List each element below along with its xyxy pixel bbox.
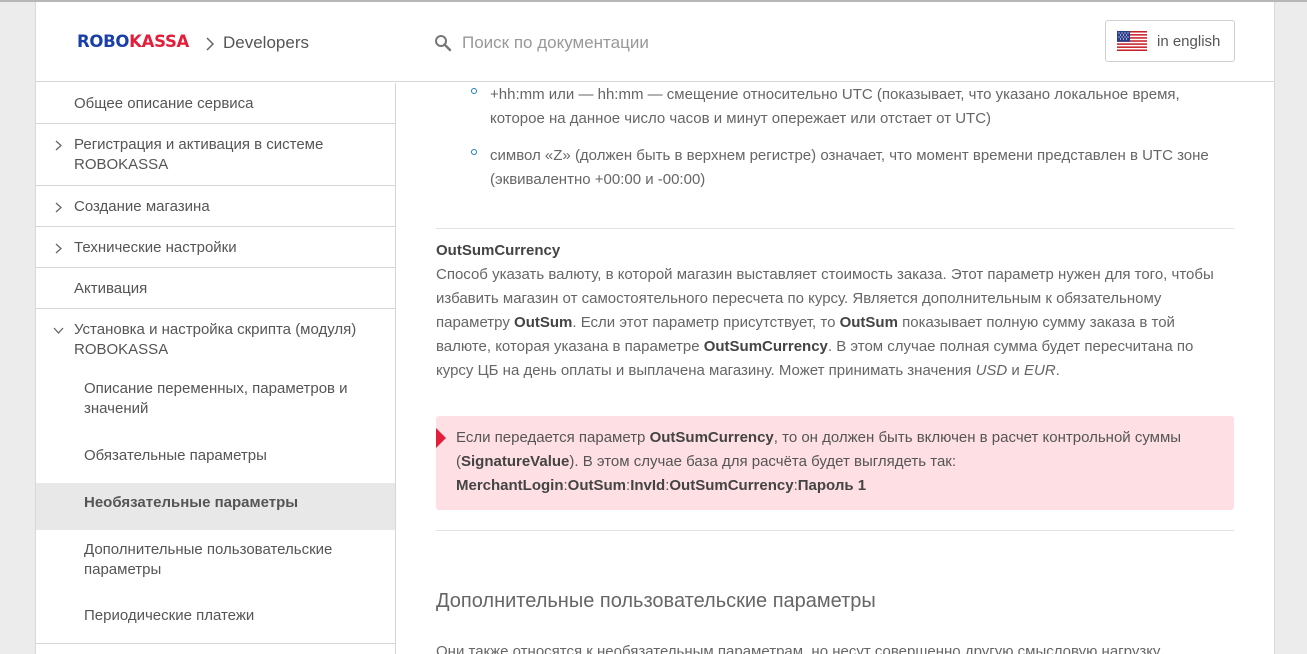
- sidebar-item-create-shop[interactable]: Создание магазина: [36, 186, 395, 227]
- list-bullet-icon: [471, 149, 477, 155]
- sidebar-item-label: Регистрация и активация в системе ROBOKA…: [74, 136, 324, 173]
- language-switch-button[interactable]: in english: [1105, 20, 1235, 62]
- sidebar-subitem-label: Необязательные параметры: [84, 494, 299, 511]
- formula-part: OutSumCurrency: [669, 477, 794, 494]
- search-input[interactable]: [462, 30, 792, 56]
- list-item: +hh:mm или — hh:mm — смещение относитель…: [490, 86, 1180, 127]
- sidebar-item-label: Общее описание сервиса: [74, 95, 254, 112]
- us-flag-icon: [1117, 31, 1147, 51]
- search-icon: [435, 35, 452, 52]
- param-ref: OutSumCurrency: [703, 338, 828, 355]
- notice-text: Если передается параметр OutSumCurrency,…: [456, 426, 1226, 498]
- param-ref: SignatureValue: [461, 453, 570, 470]
- formula-part: Пароль 1: [797, 477, 867, 494]
- section-divider: [436, 530, 1234, 531]
- notice-marker-icon: [436, 428, 446, 448]
- list-bullet-icon: [471, 88, 477, 94]
- docs-sidebar: Общее описание сервиса Регистрация и акт…: [36, 83, 396, 654]
- param-ref: OutSumCurrency: [649, 429, 774, 446]
- sidebar-item-service-overview[interactable]: Общее описание сервиса: [36, 83, 395, 124]
- text-run: и: [1007, 362, 1024, 379]
- notice-box: Если передается параметр OutSumCurrency,…: [436, 416, 1234, 510]
- section-title: Дополнительные пользовательские параметр…: [436, 590, 876, 612]
- text-run: Если передается параметр: [456, 429, 650, 446]
- sidebar-item-tech-settings[interactable]: Технические настройки: [36, 227, 395, 268]
- param-title: OutSumCurrency: [436, 242, 561, 259]
- sidebar-subitem-recurring-payments[interactable]: Периодические платежи: [36, 597, 395, 644]
- param-ref: OutSum: [514, 314, 573, 331]
- text-run: . Если этот параметр присутствует, то: [572, 314, 840, 331]
- robokassa-logo[interactable]: ROBOKASSA: [77, 32, 189, 51]
- currency-value: EUR: [1023, 362, 1056, 379]
- chevron-right-icon: [55, 140, 62, 151]
- param-ref: OutSum: [839, 314, 898, 331]
- main-content: +hh:mm или — hh:mm — смещение относитель…: [436, 83, 1236, 654]
- text-run: .: [1055, 362, 1060, 379]
- sidebar-subitem-required-params[interactable]: Обязательные параметры: [36, 436, 395, 483]
- section-divider: [436, 228, 1234, 229]
- breadcrumb-developers[interactable]: Developers: [223, 33, 309, 53]
- logo-part-kassa: KASSA: [129, 32, 189, 51]
- page-frame: ROBOKASSA Developers Поиск по документац…: [35, 2, 1275, 654]
- sidebar-subitem-optional-params[interactable]: Необязательные параметры: [36, 483, 395, 530]
- chevron-down-icon: [53, 327, 64, 334]
- sidebar-item-label: Создание магазина: [74, 198, 210, 215]
- sidebar-subitem-label: Периодические платежи: [84, 607, 255, 624]
- site-header: ROBOKASSA Developers Поиск по документац…: [36, 2, 1274, 82]
- chevron-right-icon: [55, 243, 62, 254]
- sidebar-subitem-custom-params[interactable]: Дополнительные пользовательские параметр…: [36, 540, 395, 587]
- sidebar-divider: [36, 643, 395, 644]
- param-description: Способ указать валюту, в которой магазин…: [436, 263, 1234, 383]
- formula-part: MerchantLogin: [456, 477, 564, 494]
- chevron-right-icon: [55, 202, 62, 213]
- logo-part-robo: ROBO: [77, 32, 130, 51]
- chevron-right-icon: [206, 37, 215, 51]
- sidebar-item-label: Активация: [74, 280, 148, 297]
- sidebar-item-label: Установка и настройка скрипта (модуля) R…: [74, 321, 357, 358]
- sidebar-subitem-variables[interactable]: Описание переменных, параметров и значен…: [36, 369, 395, 417]
- sidebar-item-label: Технические настройки: [74, 239, 237, 256]
- sidebar-subitem-label: Дополнительные пользовательские параметр…: [84, 541, 333, 578]
- currency-value: USD: [975, 362, 1008, 379]
- formula-part: InvId: [630, 477, 666, 494]
- text-run: ). В этом случае база для расчёта будет …: [569, 453, 957, 470]
- sidebar-subitem-label: Обязательные параметры: [84, 447, 267, 464]
- sidebar-subitem-label: Описание переменных, параметров и значен…: [84, 380, 348, 417]
- section-intro: Они также относятся к необязательным пар…: [436, 643, 1161, 654]
- formula-part: OutSum: [567, 477, 627, 494]
- sidebar-item-registration[interactable]: Регистрация и активация в системе ROBOKA…: [36, 124, 395, 186]
- list-item: символ «Z» (должен быть в верхнем регист…: [490, 147, 1209, 188]
- language-label: in english: [1157, 33, 1221, 50]
- sidebar-item-activation[interactable]: Активация: [36, 268, 395, 309]
